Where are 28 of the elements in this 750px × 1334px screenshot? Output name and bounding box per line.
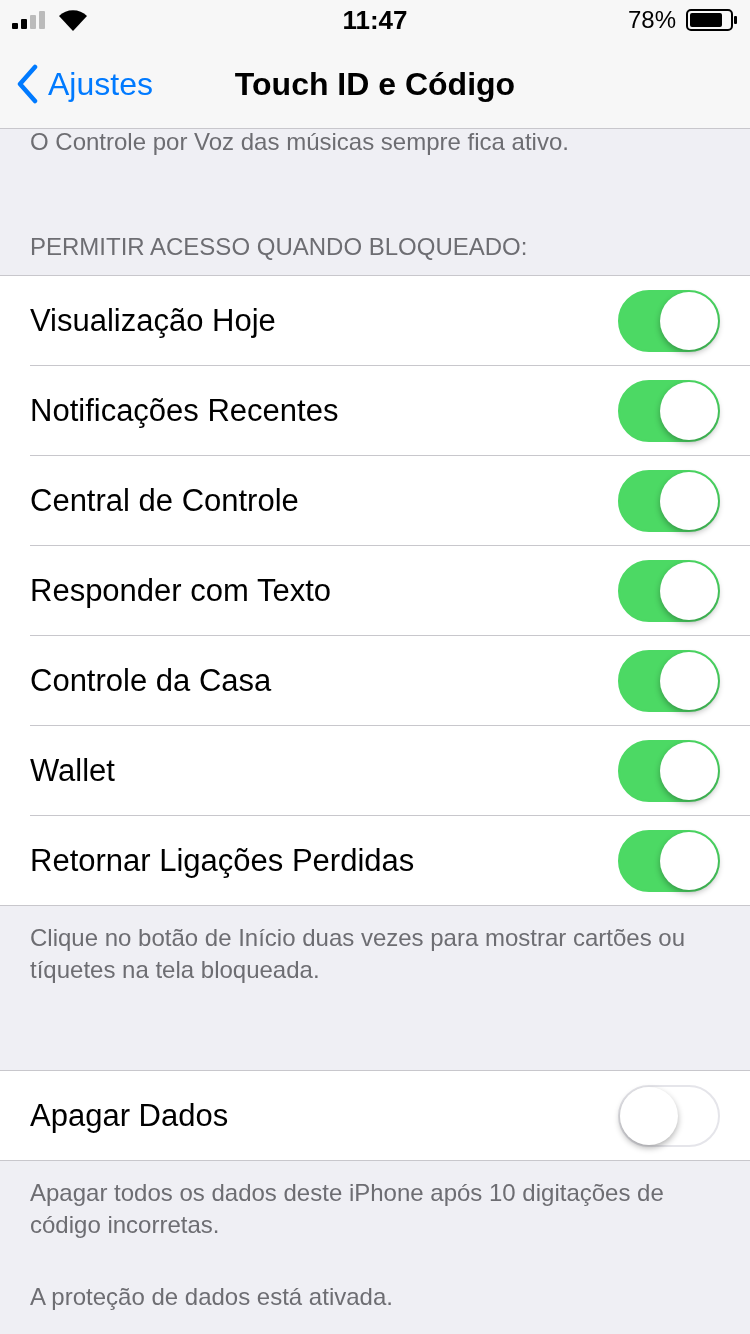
battery-icon — [686, 9, 738, 31]
chevron-icon — [16, 64, 38, 104]
row-label: Visualização Hoje — [30, 302, 276, 339]
wifi-icon — [58, 9, 88, 31]
toggle-switch[interactable] — [618, 559, 720, 622]
row-label: Retornar Ligações Perdidas — [30, 842, 415, 879]
toggle-switch[interactable] — [618, 289, 720, 352]
footer-note: O Controle por Voz das músicas sempre fica ativo. — [29, 129, 570, 155]
row-label: Controle da Casa — [30, 662, 272, 699]
toggle-switch[interactable] — [618, 829, 720, 892]
back-button[interactable]: Ajustes — [0, 64, 153, 104]
signal-icon — [12, 11, 48, 29]
toggle-switch[interactable] — [618, 469, 720, 532]
footer-note: Clique no botão de Início duas vezes para mostrar cartões ou tíquetes na tela bloqueada. — [30, 923, 687, 985]
row-label: Central de Controle — [30, 482, 299, 519]
row-label: Responder com Texto — [30, 572, 331, 609]
row-label: Apagar Dados — [30, 1097, 229, 1134]
row-label: Wallet — [30, 752, 115, 789]
status-time: 11:47 — [341, 4, 409, 36]
row-label: Notificações Recentes — [30, 392, 339, 429]
toggle-switch[interactable] — [618, 379, 720, 442]
nav-title: Touch ID e Código — [233, 65, 517, 103]
footer-note: Apagar todos os dados deste iPhone após 10 digitações de código incorretas. — [30, 1178, 665, 1240]
battery-percent: 78% — [627, 6, 676, 34]
toggle-switch[interactable] — [618, 649, 720, 712]
toggle-switch[interactable] — [618, 739, 720, 802]
section-header: PERMITIR ACESSO QUANDO BLOQUEADO: — [29, 232, 529, 262]
footer-note: A proteção de dados está ativada. — [30, 1282, 394, 1312]
